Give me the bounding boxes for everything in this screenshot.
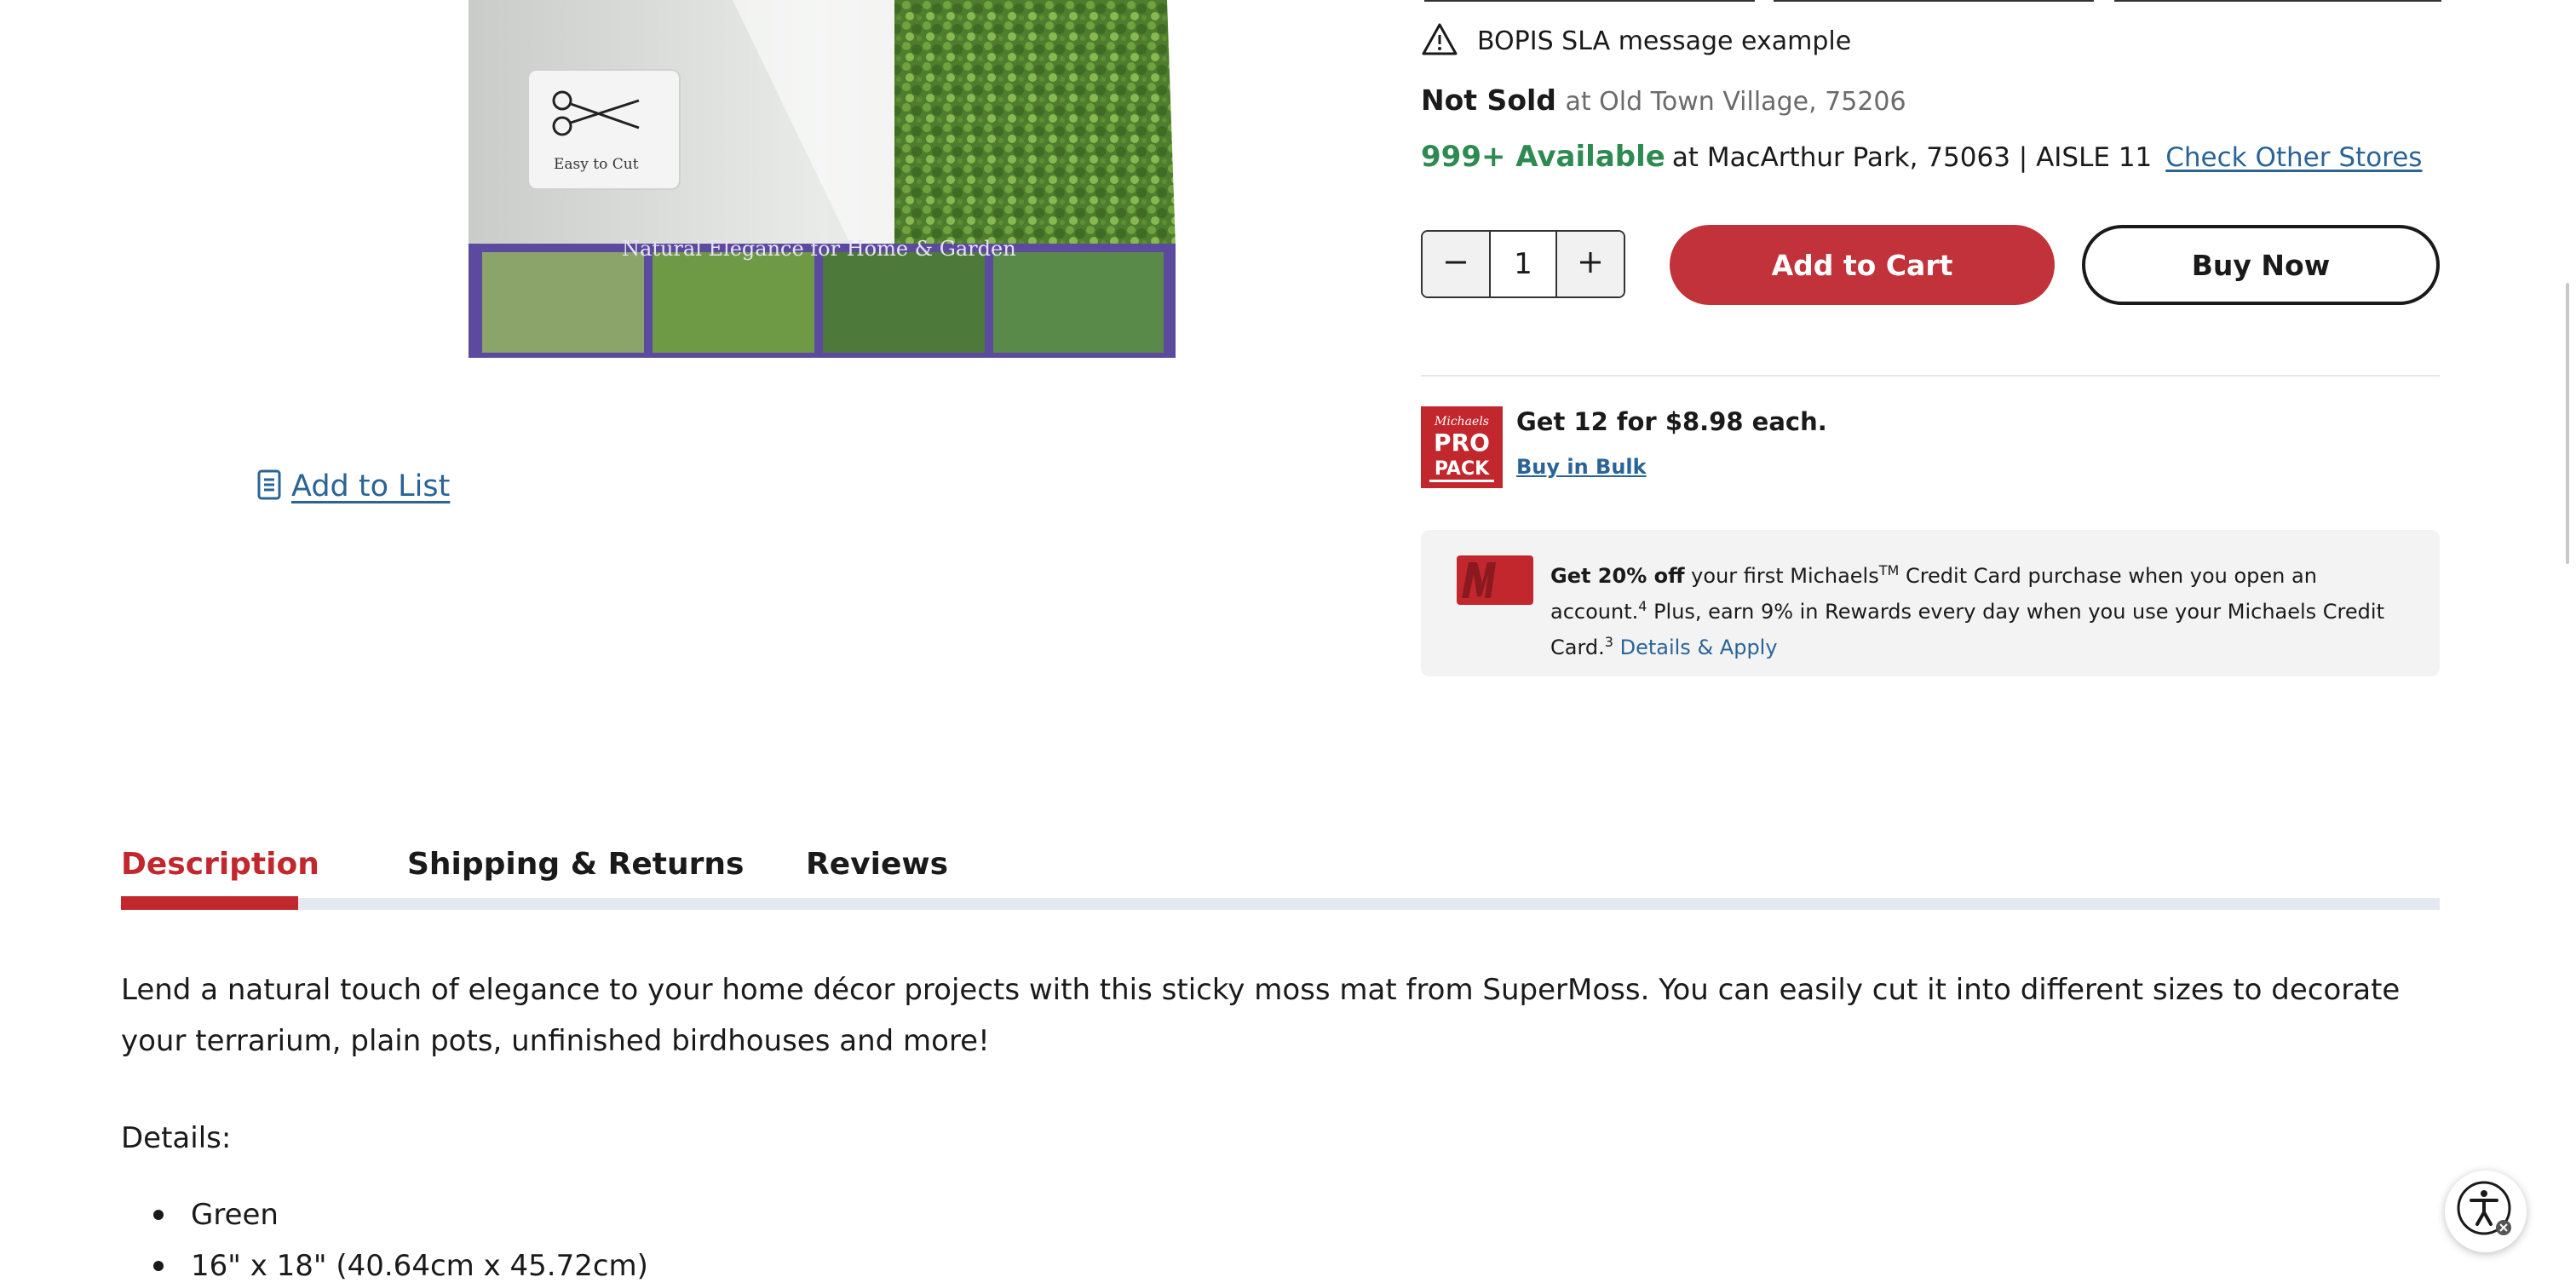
not-sold-status: Not Sold at Old Town Village, 75206: [1421, 83, 1906, 117]
credit-card-offer-text: Get 20% off your first MichaelsTM Credit…: [1550, 555, 2412, 663]
accessibility-icon: [2456, 1180, 2516, 1243]
buy-now-button[interactable]: Buy Now: [2082, 225, 2440, 305]
add-to-list-link[interactable]: Add to List: [257, 465, 450, 508]
plus-icon: [1578, 250, 1603, 279]
bulk-offer-text: Get 12 for $8.98 each.: [1516, 407, 1827, 436]
bag-text-tagline: Natural Elegance for Home & Garden: [622, 237, 1016, 261]
quantity-input[interactable]: 1: [1488, 232, 1558, 296]
add-to-list-label: Add to List: [291, 469, 451, 503]
footnote-4: 4: [1638, 598, 1647, 614]
availability-status: 999+ Available at MacArthur Park, 75063 …: [1421, 140, 2422, 174]
warning-triangle-icon: [1421, 22, 1458, 60]
scrollbar-thumb[interactable]: [2566, 283, 2569, 564]
details-list: Green 16" x 18" (40.64cm x 45.72cm): [121, 1189, 648, 1283]
pro-pack-pro: PRO: [1434, 429, 1490, 457]
minus-icon: [1443, 250, 1469, 279]
tab-shipping-returns[interactable]: Shipping & Returns: [407, 847, 744, 882]
detail-color: Green: [191, 1198, 279, 1232]
buy-in-bulk-link[interactable]: Buy in Bulk: [1516, 455, 1647, 479]
active-tab-indicator: [121, 896, 298, 910]
quantity-stepper: 1: [1421, 230, 1625, 298]
list-document-icon: [257, 469, 281, 503]
tab-track: [121, 898, 2440, 910]
list-item: Green: [121, 1189, 648, 1240]
details-apply-link[interactable]: Details & Apply: [1620, 636, 1778, 659]
store-tab-borders: [1423, 0, 2441, 3]
credit-offer-text-1: your first Michaels: [1684, 564, 1879, 588]
bopis-text: BOPIS SLA message example: [1477, 26, 1852, 56]
pro-pack-pack: PACK: [1435, 458, 1490, 480]
divider: [1421, 375, 2440, 377]
available-label: 999+ Available: [1421, 140, 1665, 174]
bopis-message: BOPIS SLA message example: [1421, 22, 1851, 60]
pro-pack-badge: Michaels PRO PACK: [1421, 406, 1503, 488]
check-other-stores-link[interactable]: Check Other Stores: [2165, 142, 2422, 173]
product-description: Lend a natural touch of elegance to your…: [121, 973, 2401, 1058]
bag-text-easy-cut: Easy to Cut: [554, 156, 639, 173]
footnote-3: 3: [1604, 634, 1613, 650]
add-to-cart-button[interactable]: Add to Cart: [1670, 225, 2055, 305]
product-image[interactable]: Easy to Cut Natural Elegance for Home & …: [451, 0, 1201, 383]
pro-pack-brand: Michaels: [1434, 415, 1489, 429]
increase-quantity-button[interactable]: [1557, 232, 1624, 296]
available-location: at MacArthur Park, 75063 | AISLE 11: [1671, 142, 2153, 173]
credit-offer-bold: Get 20% off: [1550, 564, 1685, 588]
credit-card-image: [1457, 555, 1533, 605]
not-sold-location: at Old Town Village, 75206: [1565, 87, 1906, 117]
accessibility-button[interactable]: [2445, 1171, 2527, 1252]
tab-reviews[interactable]: Reviews: [806, 847, 948, 882]
detail-size: 16" x 18" (40.64cm x 45.72cm): [191, 1249, 648, 1283]
list-item: 16" x 18" (40.64cm x 45.72cm): [121, 1240, 648, 1283]
details-heading: Details:: [121, 1121, 232, 1155]
not-sold-label: Not Sold: [1421, 83, 1556, 117]
trademark-mark: TM: [1878, 562, 1900, 578]
tab-description[interactable]: Description: [121, 847, 319, 882]
decrease-quantity-button[interactable]: [1423, 232, 1489, 296]
